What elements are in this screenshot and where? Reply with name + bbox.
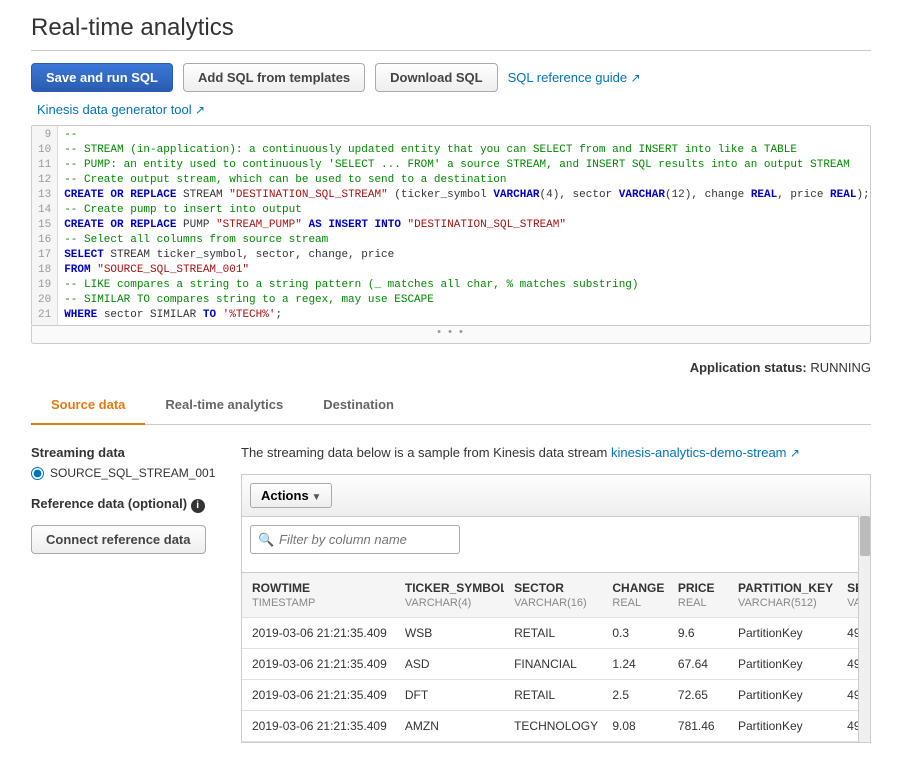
table-row[interactable]: 2019-03-06 21:21:35.409AMZNTECHNOLOGY9.0…	[242, 711, 870, 742]
editor-code[interactable]: ---- STREAM (in-application): a continuo…	[58, 126, 870, 325]
table-row[interactable]: 2019-03-06 21:21:35.409ASDFINANCIAL1.246…	[242, 649, 870, 680]
download-sql-button[interactable]: Download SQL	[375, 63, 497, 92]
column-header[interactable]: PRICEREAL	[668, 573, 728, 618]
table-row[interactable]: 2019-03-06 21:21:35.409DFTRETAIL2.572.65…	[242, 680, 870, 711]
editor-splitter[interactable]: • • •	[31, 326, 871, 344]
sql-toolbar: Save and run SQL Add SQL from templates …	[31, 63, 871, 92]
data-table-container: Actions 🔍 ROWTIMETIMESTAMPTICKER_SYMBOLV…	[241, 474, 871, 743]
status-value: RUNNING	[810, 360, 871, 375]
info-icon[interactable]: i	[191, 499, 205, 513]
streaming-data-header: Streaming data	[31, 445, 221, 460]
column-header[interactable]: ROWTIMETIMESTAMP	[242, 573, 395, 618]
sql-reference-guide-link[interactable]: SQL reference guide	[508, 70, 641, 85]
editor-gutter: 9101112131415161718192021	[32, 126, 58, 325]
tab-destination[interactable]: Destination	[303, 387, 414, 424]
column-header[interactable]: CHANGEREAL	[602, 573, 668, 618]
status-label: Application status:	[690, 360, 807, 375]
page-title: Real-time analytics	[31, 10, 871, 51]
sql-editor[interactable]: 9101112131415161718192021 ---- STREAM (i…	[31, 125, 871, 326]
actions-dropdown[interactable]: Actions	[250, 483, 332, 508]
application-status: Application status: RUNNING	[31, 360, 871, 375]
reference-data-header: Reference data (optional) i	[31, 496, 221, 513]
data-table: ROWTIMETIMESTAMPTICKER_SYMBOLVARCHAR(4)S…	[242, 573, 870, 742]
save-run-sql-button[interactable]: Save and run SQL	[31, 63, 173, 92]
column-header[interactable]: PARTITION_KEYVARCHAR(512)	[728, 573, 837, 618]
table-row[interactable]: 2019-03-06 21:21:35.409WSBRETAIL0.39.6Pa…	[242, 618, 870, 649]
tabs: Source data Real-time analytics Destinat…	[31, 387, 871, 425]
filter-input[interactable]	[250, 525, 460, 554]
demo-stream-link[interactable]: kinesis-analytics-demo-stream	[611, 445, 800, 460]
vertical-scrollbar[interactable]	[858, 515, 870, 742]
sample-description: The streaming data below is a sample fro…	[241, 445, 871, 460]
column-header[interactable]: SECTORVARCHAR(16)	[504, 573, 602, 618]
search-icon: 🔍	[258, 532, 274, 548]
kinesis-data-generator-link[interactable]: Kinesis data generator tool	[37, 102, 205, 117]
tab-source-data[interactable]: Source data	[31, 387, 145, 425]
tab-real-time-analytics[interactable]: Real-time analytics	[145, 387, 303, 424]
column-header[interactable]: TICKER_SYMBOLVARCHAR(4)	[395, 573, 504, 618]
stream-radio[interactable]	[31, 467, 44, 480]
stream-name: SOURCE_SQL_STREAM_001	[50, 466, 215, 480]
add-sql-templates-button[interactable]: Add SQL from templates	[183, 63, 365, 92]
connect-reference-data-button[interactable]: Connect reference data	[31, 525, 206, 554]
